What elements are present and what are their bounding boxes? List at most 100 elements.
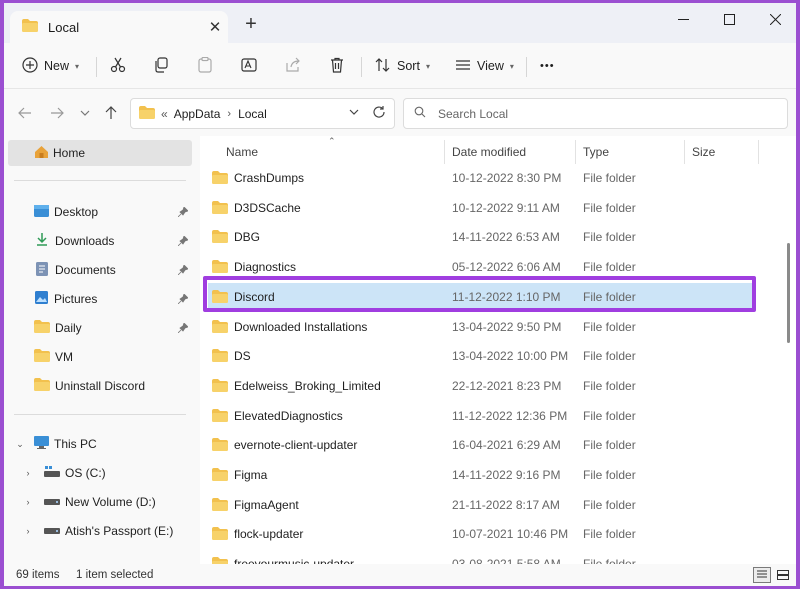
address-bar[interactable]: « AppData › Local [130, 98, 395, 129]
file-row[interactable]: Downloaded Installations 13-04-2022 9:50 … [208, 313, 752, 341]
close-window-button[interactable] [752, 3, 796, 35]
title-bar: Local ✕ + [4, 3, 796, 43]
folder-icon [212, 349, 228, 365]
tab-local[interactable]: Local ✕ [10, 11, 228, 43]
file-row[interactable]: freeyourmusic-updater 03-08-2021 5:58 AM F… [208, 550, 752, 564]
folder-icon [212, 378, 228, 395]
file-row[interactable]: Discord 11-12-2022 1:10 PM File folder [208, 282, 752, 311]
chevron-right-icon[interactable]: › [22, 526, 34, 536]
breadcrumb-local[interactable]: Local [238, 107, 267, 121]
sidebar-item-label: Desktop [54, 205, 99, 219]
column-divider[interactable] [758, 140, 759, 164]
file-date-modified: 05-12-2022 6:06 AM [452, 260, 561, 275]
sidebar-item-desktop[interactable]: Desktop [4, 199, 194, 225]
paste-button[interactable] [197, 53, 213, 79]
sort-button[interactable]: Sort ▾ [375, 53, 430, 79]
column-divider[interactable] [575, 140, 576, 164]
maximize-button[interactable] [706, 3, 752, 35]
refresh-icon[interactable] [372, 105, 386, 122]
chevron-down-icon: ▾ [75, 61, 80, 71]
chevron-down-icon: ▾ [425, 61, 430, 71]
view-button[interactable]: View ▾ [455, 53, 514, 79]
pin-icon[interactable] [177, 322, 189, 336]
chevron-down-icon[interactable] [348, 106, 360, 121]
documents-icon [36, 261, 48, 279]
file-row[interactable]: D3DSCache 10-12-2022 9:11 AM File folder [208, 194, 752, 222]
file-row[interactable]: evernote-client-updater 16-04-2021 6:29 A… [208, 431, 752, 459]
file-name: Figma [234, 468, 268, 482]
sidebar-item-os-c[interactable]: › OS (C:) [4, 460, 194, 486]
navigation-bar: « AppData › Local Search Local [4, 90, 796, 136]
vertical-scrollbar[interactable] [787, 243, 790, 343]
pin-icon[interactable] [177, 264, 189, 278]
more-options-button[interactable]: ••• [540, 53, 555, 79]
file-date-modified: 13-04-2022 10:00 PM [452, 349, 569, 364]
copy-button[interactable] [153, 53, 169, 79]
file-type: File folder [583, 497, 636, 512]
close-tab-icon[interactable]: ✕ [202, 18, 228, 36]
pin-icon[interactable] [177, 235, 189, 249]
sidebar-item-daily[interactable]: Daily [4, 315, 194, 341]
new-button[interactable]: New ▾ [22, 53, 79, 79]
column-date-modified[interactable]: Date modified [452, 145, 526, 159]
file-row[interactable]: Figma 14-11-2022 9:16 PM File folder [208, 461, 752, 489]
search-icon [414, 106, 426, 121]
file-row[interactable]: ElevatedDiagnostics 11-12-2022 12:36 PM Fi… [208, 402, 752, 430]
pin-icon[interactable] [177, 206, 189, 220]
sidebar-item-label: This PC [54, 437, 97, 451]
column-name[interactable]: Name [226, 145, 258, 159]
new-tab-button[interactable]: + [240, 13, 262, 35]
column-divider[interactable] [444, 140, 445, 164]
sidebar-item-pictures[interactable]: Pictures [4, 286, 194, 312]
file-name: FigmaAgent [234, 497, 299, 512]
clipboard-icon [197, 56, 213, 76]
sidebar-item-home[interactable]: Home [8, 140, 192, 166]
file-row[interactable]: CrashDumps 10-12-2022 8:30 PM File folder [208, 164, 752, 192]
chevron-right-icon[interactable]: › [22, 468, 34, 478]
sidebar-item-vm[interactable]: VM [4, 344, 194, 370]
sidebar-item-uninstall-discord[interactable]: Uninstall Discord [4, 373, 194, 399]
file-date-modified: 13-04-2022 9:50 PM [452, 319, 562, 334]
file-name: DBG [234, 230, 261, 245]
plus-circle-icon [22, 56, 38, 76]
share-button[interactable] [285, 53, 301, 79]
breadcrumb-separator[interactable]: › [227, 108, 231, 120]
search-input[interactable]: Search Local [403, 98, 788, 129]
back-button[interactable] [14, 102, 36, 124]
forward-button[interactable] [46, 102, 68, 124]
chevron-right-icon[interactable]: › [22, 497, 34, 507]
cut-button[interactable] [110, 53, 126, 79]
up-button[interactable] [100, 102, 122, 124]
column-size[interactable]: Size [692, 145, 715, 159]
column-header: ⌃ Name Date modified Type Size [200, 136, 780, 166]
recent-locations-button[interactable] [74, 102, 96, 124]
sidebar-item-passport-e[interactable]: › Atish's Passport (E:) [4, 518, 194, 544]
chevron-down-icon[interactable]: ⌄ [14, 439, 26, 450]
file-type: File folder [583, 527, 636, 542]
file-row[interactable]: Edelweiss_Broking_Limited 22-12-2021 8:23… [208, 372, 752, 400]
minimize-button[interactable] [660, 3, 706, 35]
sidebar-item-this-pc[interactable]: ⌄ This PC [4, 431, 194, 457]
file-row[interactable]: Diagnostics 05-12-2022 6:06 AM File folder [208, 253, 752, 281]
column-divider[interactable] [684, 140, 685, 164]
tiles-view-button[interactable] [774, 567, 792, 583]
folder-icon [212, 527, 228, 543]
breadcrumb-overflow[interactable]: « [161, 107, 168, 121]
pin-icon[interactable] [177, 293, 189, 307]
sidebar-item-downloads[interactable]: Downloads [4, 228, 194, 254]
sidebar-item-documents[interactable]: Documents [4, 257, 194, 283]
status-bar: 69 items 1 item selected [4, 564, 796, 586]
rename-button[interactable] [241, 53, 257, 79]
delete-button[interactable] [329, 53, 345, 79]
file-list: ⌃ Name Date modified Type Size CrashDump… [200, 136, 796, 564]
column-type[interactable]: Type [583, 145, 609, 159]
copy-icon [153, 56, 169, 76]
file-row[interactable]: DBG 14-11-2022 6:53 AM File folder [208, 223, 752, 251]
breadcrumb-appdata[interactable]: AppData [174, 107, 221, 121]
file-row[interactable]: DS 13-04-2022 10:00 PM File folder [208, 342, 752, 370]
sidebar-item-new-volume-d[interactable]: › New Volume (D:) [4, 489, 194, 515]
file-row[interactable]: FigmaAgent 21-11-2022 8:17 AM File folder [208, 491, 752, 519]
file-row[interactable]: flock-updater 10-07-2021 10:46 PM File fol… [208, 520, 752, 548]
details-view-button[interactable] [753, 567, 771, 583]
file-date-modified: 11-12-2022 1:10 PM [452, 289, 561, 304]
